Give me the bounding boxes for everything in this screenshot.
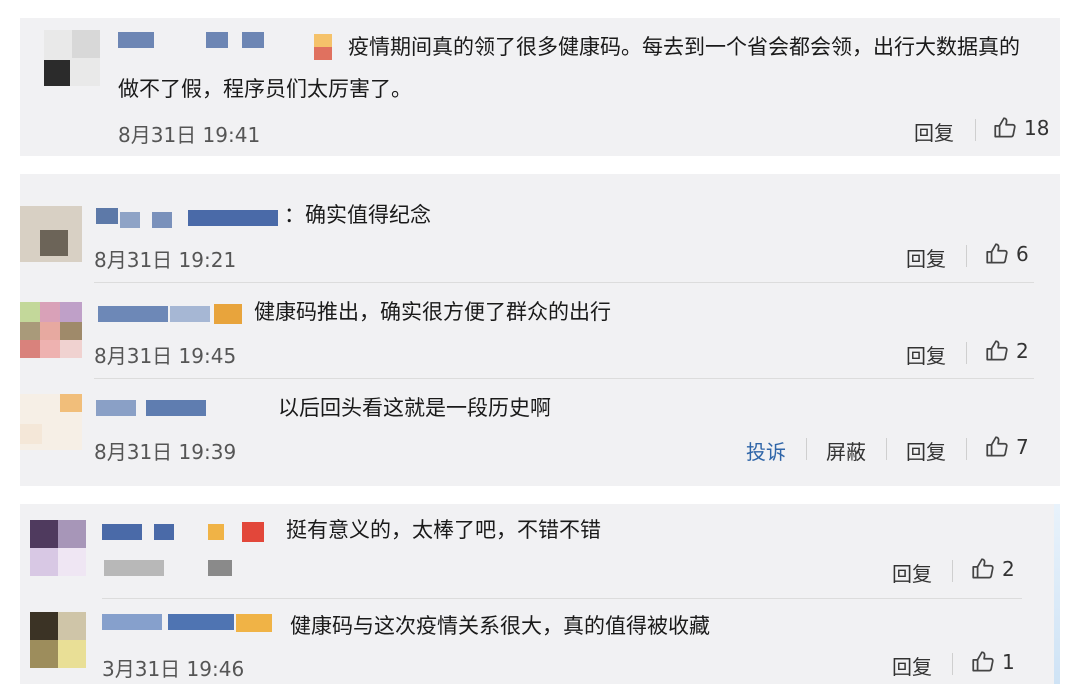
thumbs-up-icon — [972, 651, 994, 672]
username[interactable] — [152, 212, 172, 228]
thumbs-up-icon — [972, 558, 994, 579]
thumbs-up-icon — [994, 117, 1016, 138]
divider — [966, 342, 967, 364]
comment-text: 疫情期间真的领了很多健康码。每去到一个省会都会领，出行大数据真的 — [348, 35, 1020, 59]
comment-text: ：确实值得纪念 — [284, 203, 431, 227]
thumbs-up-icon — [986, 436, 1008, 457]
like-count: 2 — [1016, 339, 1029, 363]
reply-button[interactable]: 回复 — [906, 340, 946, 369]
timestamp: 8月31日 19:39 — [94, 440, 237, 464]
comment-text: 健康码与这次疫情关系很大，真的值得被收藏 — [290, 614, 710, 638]
user-badge — [236, 614, 272, 632]
timestamp: 8月31日 19:41 — [118, 123, 261, 147]
username[interactable] — [96, 400, 136, 416]
username[interactable] — [154, 524, 174, 540]
user-badge — [314, 34, 332, 60]
divider — [806, 438, 807, 460]
timestamp: 3月31日 19:46 — [102, 657, 245, 681]
thumbs-up-icon — [986, 340, 1008, 361]
divider — [966, 438, 967, 460]
avatar[interactable] — [20, 394, 82, 450]
username[interactable] — [120, 212, 140, 228]
edge-strip — [1054, 504, 1060, 684]
like-button[interactable]: 2 — [984, 338, 1029, 364]
divider — [975, 119, 976, 141]
avatar[interactable] — [44, 30, 100, 86]
like-count: 2 — [1002, 557, 1015, 581]
username[interactable] — [188, 210, 278, 226]
like-count: 1 — [1002, 650, 1015, 674]
username[interactable] — [98, 306, 168, 322]
username[interactable] — [118, 32, 154, 48]
like-button[interactable]: 6 — [984, 241, 1029, 267]
comment-card-1: 疫情期间真的领了很多健康码。每去到一个省会都会领，出行大数据真的 做不了假，程序… — [20, 18, 1060, 156]
comment-card-2: ：确实值得纪念 8月31日 19:21 回复 6 健康码推出，确实很方便了群众的… — [20, 174, 1060, 486]
user-badge — [208, 524, 224, 540]
user-meta — [208, 560, 232, 576]
avatar[interactable] — [20, 302, 82, 358]
comment-divider — [94, 282, 1034, 283]
reply-button[interactable]: 回复 — [914, 117, 954, 146]
reply-button[interactable]: 回复 — [906, 436, 946, 465]
timestamp: 8月31日 19:45 — [94, 344, 237, 368]
reply-button[interactable]: 回复 — [906, 243, 946, 272]
divider — [966, 245, 967, 267]
user-meta — [104, 560, 164, 576]
username[interactable] — [102, 524, 142, 540]
username[interactable] — [242, 32, 264, 48]
thumbs-up-icon — [986, 243, 1008, 264]
user-badge — [242, 522, 264, 542]
username[interactable] — [146, 400, 206, 416]
comment-text: 做不了假，程序员们太厉害了。 — [118, 77, 412, 101]
comment-text: 健康码推出，确实很方便了群众的出行 — [254, 300, 611, 324]
username[interactable] — [96, 208, 118, 224]
like-button[interactable]: 7 — [984, 434, 1029, 460]
like-button[interactable]: 1 — [970, 649, 1015, 675]
avatar[interactable] — [20, 206, 82, 262]
divider — [952, 560, 953, 582]
comment-text: 挺有意义的，太棒了吧，不错不错 — [286, 518, 601, 542]
like-count: 18 — [1024, 116, 1050, 140]
reply-button[interactable]: 回复 — [892, 651, 932, 680]
divider — [886, 438, 887, 460]
comment-divider — [94, 378, 1034, 379]
report-button[interactable]: 投诉 — [746, 436, 786, 465]
block-button[interactable]: 屏蔽 — [826, 436, 866, 465]
reply-button[interactable]: 回复 — [892, 558, 932, 587]
user-badge — [214, 304, 242, 324]
username[interactable] — [168, 614, 234, 630]
like-count: 6 — [1016, 242, 1029, 266]
divider — [952, 653, 953, 675]
timestamp: 8月31日 19:21 — [94, 248, 237, 272]
username[interactable] — [102, 614, 162, 630]
comment-divider — [102, 598, 1022, 599]
avatar[interactable] — [30, 520, 86, 576]
like-count: 7 — [1016, 435, 1029, 459]
comment-card-3: 挺有意义的，太棒了吧，不错不错 回复 2 健康码与这次疫情关系很大，真的值得被收… — [20, 504, 1054, 684]
comment-text: 以后回头看这就是一段历史啊 — [278, 396, 551, 420]
avatar[interactable] — [30, 612, 86, 668]
username[interactable] — [206, 32, 228, 48]
username[interactable] — [170, 306, 210, 322]
like-button[interactable]: 18 — [992, 115, 1049, 141]
like-button[interactable]: 2 — [970, 556, 1015, 582]
